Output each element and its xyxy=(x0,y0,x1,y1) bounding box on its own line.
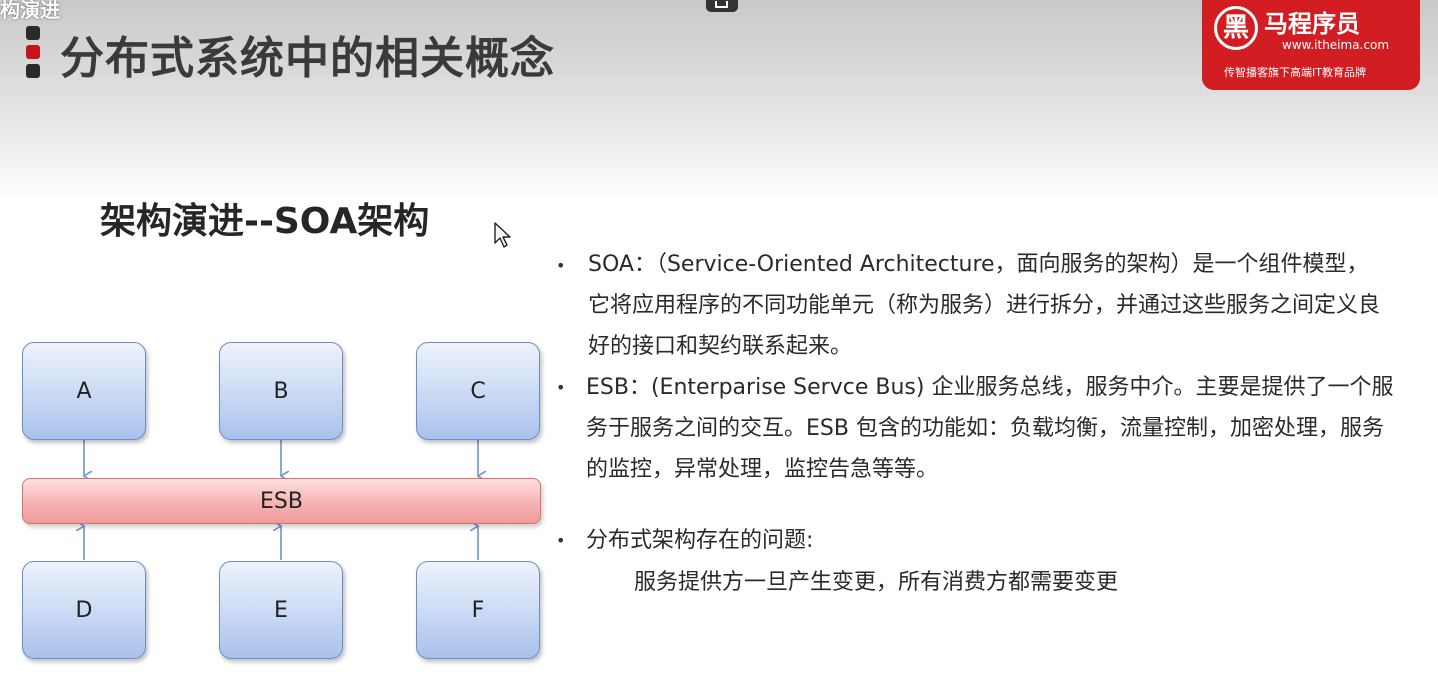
bullet-soa-line: SOA：（Service-Oriented Architecture，面向服务的… xyxy=(588,252,1369,277)
bullet-soa: SOA：（Service-Oriented Architecture，面向服务的… xyxy=(588,244,1380,367)
service-box-a: A xyxy=(22,342,146,440)
window-widget-icon[interactable] xyxy=(706,0,738,12)
bullet-icon: • xyxy=(556,378,566,397)
bullet-esb-line: 务于服务之间的交互。ESB 包含的功能如：负载均衡，流量控制，加密处理，服务 xyxy=(586,416,1384,441)
logo-slogan: 传智播客旗下高端IT教育品牌 xyxy=(1224,66,1366,79)
logo-name: 马程序员 xyxy=(1264,10,1360,38)
esb-bus: ESB xyxy=(22,478,541,524)
service-box-b: B xyxy=(219,342,343,440)
logo: 黑 马程序员 www.itheima.com 传智播客旗下高端IT教育品牌 xyxy=(1202,0,1420,90)
bullet-icon: • xyxy=(556,531,566,550)
service-box-c: C xyxy=(416,342,540,440)
service-box-d: D xyxy=(22,561,146,659)
bullet-soa-line: 它将应用程序的不同功能单元（称为服务）进行拆分，并通过这些服务之间定义良 xyxy=(588,293,1381,318)
bullet-soa-line: 好的接口和契约联系起来。 xyxy=(588,334,853,359)
logo-icon: 黑 xyxy=(1214,6,1258,50)
bullet-esb-line: 的监控，异常处理，监控告急等等。 xyxy=(586,457,939,482)
bullet-icon: • xyxy=(556,256,566,275)
bullet-problem-title: 分布式架构存在的问题: xyxy=(586,528,814,553)
service-box-f: F xyxy=(416,561,540,659)
bullet-problem-detail: 服务提供方一旦产生变更，所有消费方都需要变更 xyxy=(634,570,1119,595)
bullet-esb-line: ESB：(Enterparise Servce Bus) 企业服务总线，服务中介… xyxy=(586,375,1394,400)
logo-url: www.itheima.com xyxy=(1282,38,1390,52)
service-box-e: E xyxy=(219,561,343,659)
bullet-esb: ESB：(Enterparise Servce Bus) 企业服务总线，服务中介… xyxy=(586,367,1393,490)
